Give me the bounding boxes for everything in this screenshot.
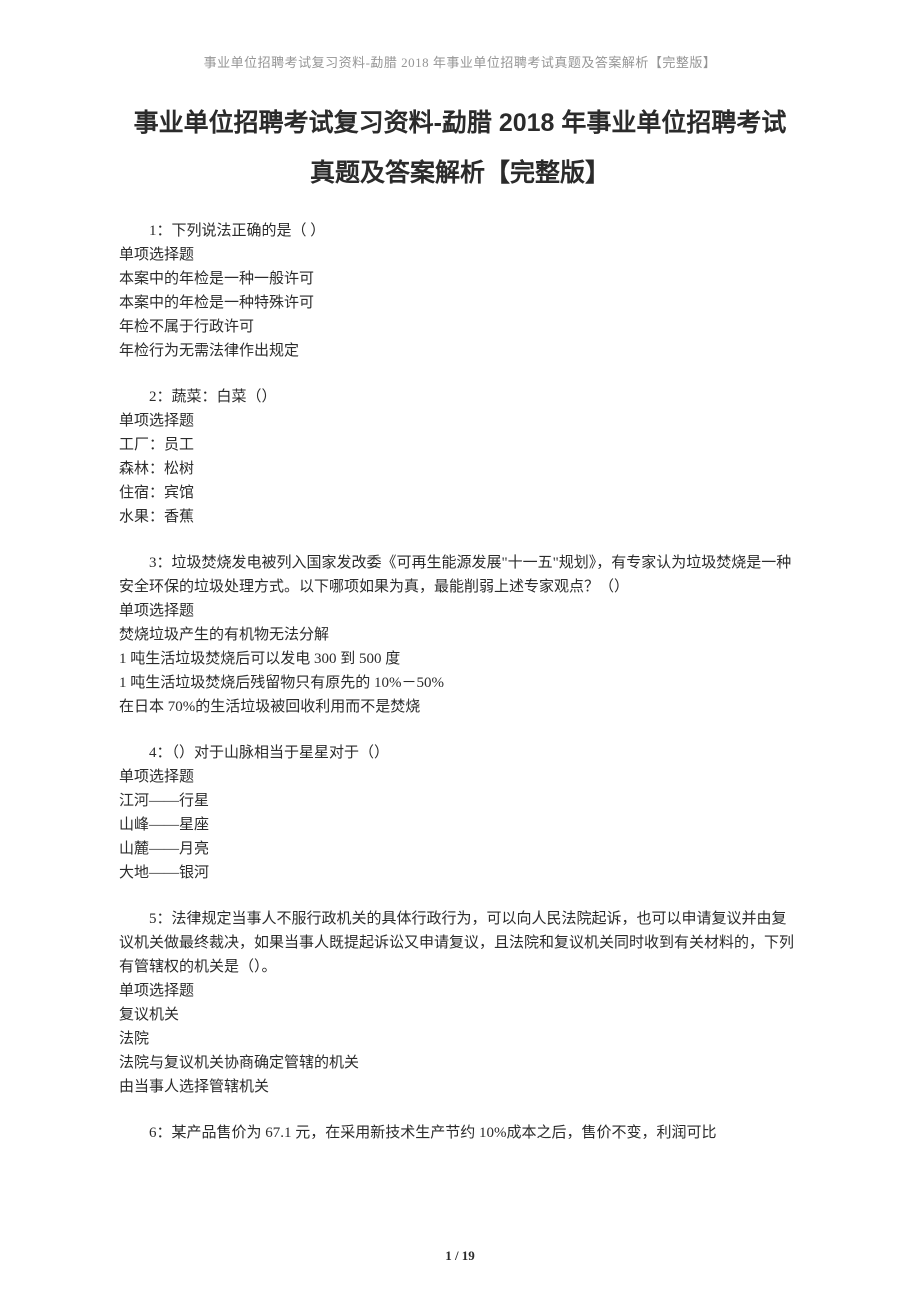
question-type: 单项选择题 [119,765,801,789]
option: 住宿：宾馆 [119,481,801,505]
question-type: 单项选择题 [119,599,801,623]
option: 工厂：员工 [119,433,801,457]
question-type: 单项选择题 [119,409,801,433]
question-3: 3：垃圾焚烧发电被列入国家发改委《可再生能源发展"十一五"规划》，有专家认为垃圾… [119,551,801,719]
question-stem: 5：法律规定当事人不服行政机关的具体行政行为，可以向人民法院起诉，也可以申请复议… [119,907,801,979]
option: 大地——银河 [119,861,801,885]
option: 在日本 70%的生活垃圾被回收利用而不是焚烧 [119,695,801,719]
option: 1 吨生活垃圾焚烧后残留物只有原先的 10%－50% [119,671,801,695]
question-type: 单项选择题 [119,979,801,1003]
option: 年检行为无需法律作出规定 [119,339,801,363]
option: 年检不属于行政许可 [119,315,801,339]
question-type: 单项选择题 [119,243,801,267]
question-stem: 1：下列说法正确的是（ ） [119,219,801,243]
question-1: 1：下列说法正确的是（ ） 单项选择题 本案中的年检是一种一般许可 本案中的年检… [119,219,801,363]
question-stem: 3：垃圾焚烧发电被列入国家发改委《可再生能源发展"十一五"规划》，有专家认为垃圾… [119,551,801,599]
option: 山麓——月亮 [119,837,801,861]
question-stem: 6：某产品售价为 67.1 元，在采用新技术生产节约 10%成本之后，售价不变，… [119,1121,801,1145]
option: 复议机关 [119,1003,801,1027]
option: 本案中的年检是一种特殊许可 [119,291,801,315]
option: 法院 [119,1027,801,1051]
page-header: 事业单位招聘考试复习资料-勐腊 2018 年事业单位招聘考试真题及答案解析【完整… [0,0,920,89]
option: 1 吨生活垃圾焚烧后可以发电 300 到 500 度 [119,647,801,671]
option: 本案中的年检是一种一般许可 [119,267,801,291]
option: 江河——行星 [119,789,801,813]
option: 焚烧垃圾产生的有机物无法分解 [119,623,801,647]
option: 由当事人选择管辖机关 [119,1075,801,1099]
question-2: 2：蔬菜：白菜（） 单项选择题 工厂：员工 森林：松树 住宿：宾馆 水果：香蕉 [119,385,801,529]
option: 森林：松树 [119,457,801,481]
question-6: 6：某产品售价为 67.1 元，在采用新技术生产节约 10%成本之后，售价不变，… [119,1121,801,1145]
question-stem: 2：蔬菜：白菜（） [119,385,801,409]
document-content: 事业单位招聘考试复习资料-勐腊 2018 年事业单位招聘考试 真题及答案解析【完… [0,102,920,1145]
document-title-line1: 事业单位招聘考试复习资料-勐腊 2018 年事业单位招聘考试 [119,102,801,145]
option: 水果：香蕉 [119,505,801,529]
page-footer: 1 / 19 [0,1248,920,1264]
question-5: 5：法律规定当事人不服行政机关的具体行政行为，可以向人民法院起诉，也可以申请复议… [119,907,801,1099]
question-4: 4：（）对于山脉相当于星星对于（） 单项选择题 江河——行星 山峰——星座 山麓… [119,741,801,885]
document-title-line2: 真题及答案解析【完整版】 [119,152,801,195]
question-stem: 4：（）对于山脉相当于星星对于（） [119,741,801,765]
option: 山峰——星座 [119,813,801,837]
option: 法院与复议机关协商确定管辖的机关 [119,1051,801,1075]
